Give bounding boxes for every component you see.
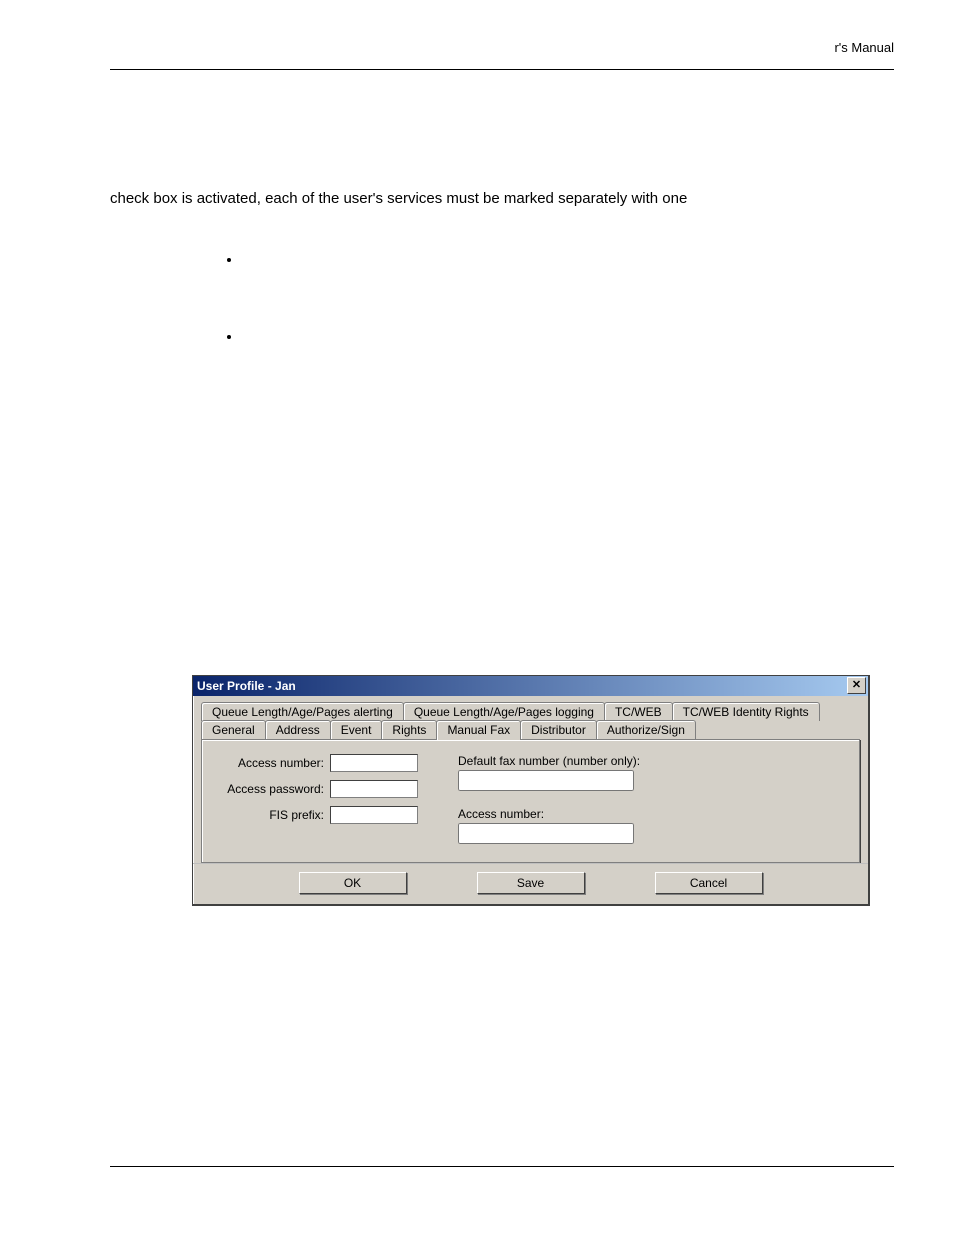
bullet-item <box>242 251 894 268</box>
close-icon[interactable]: ✕ <box>847 677 866 694</box>
ok-button[interactable]: OK <box>299 872 407 894</box>
right-form-column: Default fax number (number only): Access… <box>458 754 640 844</box>
access-password-input[interactable] <box>330 780 418 798</box>
tab-row-front: General Address Event Rights Manual Fax … <box>201 720 860 739</box>
tab-queue-alerting[interactable]: Queue Length/Age/Pages alerting <box>201 702 404 721</box>
tab-tcweb-identity[interactable]: TC/WEB Identity Rights <box>672 702 820 721</box>
access-number-row: Access number: <box>216 754 418 772</box>
footer-rule <box>110 1166 894 1167</box>
fis-prefix-input[interactable] <box>330 806 418 824</box>
tabs-area: Queue Length/Age/Pages alerting Queue Le… <box>193 696 868 863</box>
access-number-label: Access number: <box>216 756 324 770</box>
body-paragraph: check box is activated, each of the user… <box>110 188 894 211</box>
page-header: r's Manual <box>110 40 894 57</box>
tab-rights[interactable]: Rights <box>381 720 437 739</box>
tab-distributor[interactable]: Distributor <box>520 720 597 739</box>
tab-event[interactable]: Event <box>330 720 383 739</box>
access-number-input[interactable] <box>330 754 418 772</box>
dialog-titlebar[interactable]: User Profile - Jan ✕ <box>193 676 868 696</box>
dialog-button-bar: OK Save Cancel <box>193 863 868 904</box>
tab-address[interactable]: Address <box>265 720 331 739</box>
access-password-row: Access password: <box>216 780 418 798</box>
cancel-button[interactable]: Cancel <box>655 872 763 894</box>
save-button[interactable]: Save <box>477 872 585 894</box>
header-rule <box>110 69 894 70</box>
default-fax-input[interactable] <box>458 770 634 791</box>
tab-manual-fax[interactable]: Manual Fax <box>436 720 521 740</box>
access-number2-row: Access number: <box>458 807 640 844</box>
user-profile-dialog: User Profile - Jan ✕ Queue Length/Age/Pa… <box>192 675 870 906</box>
tab-tcweb[interactable]: TC/WEB <box>604 702 673 721</box>
header-right-text: r's Manual <box>834 40 894 55</box>
tab-row-back: Queue Length/Age/Pages alerting Queue Le… <box>201 702 860 721</box>
access-number2-input[interactable] <box>458 823 634 844</box>
left-form-column: Access number: Access password: FIS pref… <box>216 754 418 844</box>
document-page: r's Manual check box is activated, each … <box>0 0 954 1235</box>
fis-prefix-row: FIS prefix: <box>216 806 418 824</box>
default-fax-label: Default fax number (number only): <box>458 754 640 768</box>
tab-authorize-sign[interactable]: Authorize/Sign <box>596 720 696 739</box>
access-password-label: Access password: <box>216 782 324 796</box>
tab-queue-logging[interactable]: Queue Length/Age/Pages logging <box>403 702 605 721</box>
access-number2-label: Access number: <box>458 807 640 821</box>
fis-prefix-label: FIS prefix: <box>216 808 324 822</box>
tab-panel-manual-fax: Access number: Access password: FIS pref… <box>201 739 860 863</box>
default-fax-row: Default fax number (number only): <box>458 754 640 791</box>
bullet-item <box>242 328 894 345</box>
dialog-screenshot: User Profile - Jan ✕ Queue Length/Age/Pa… <box>192 675 870 906</box>
dialog-title: User Profile - Jan <box>197 679 847 693</box>
bullet-list <box>110 251 894 345</box>
tab-general[interactable]: General <box>201 720 266 739</box>
